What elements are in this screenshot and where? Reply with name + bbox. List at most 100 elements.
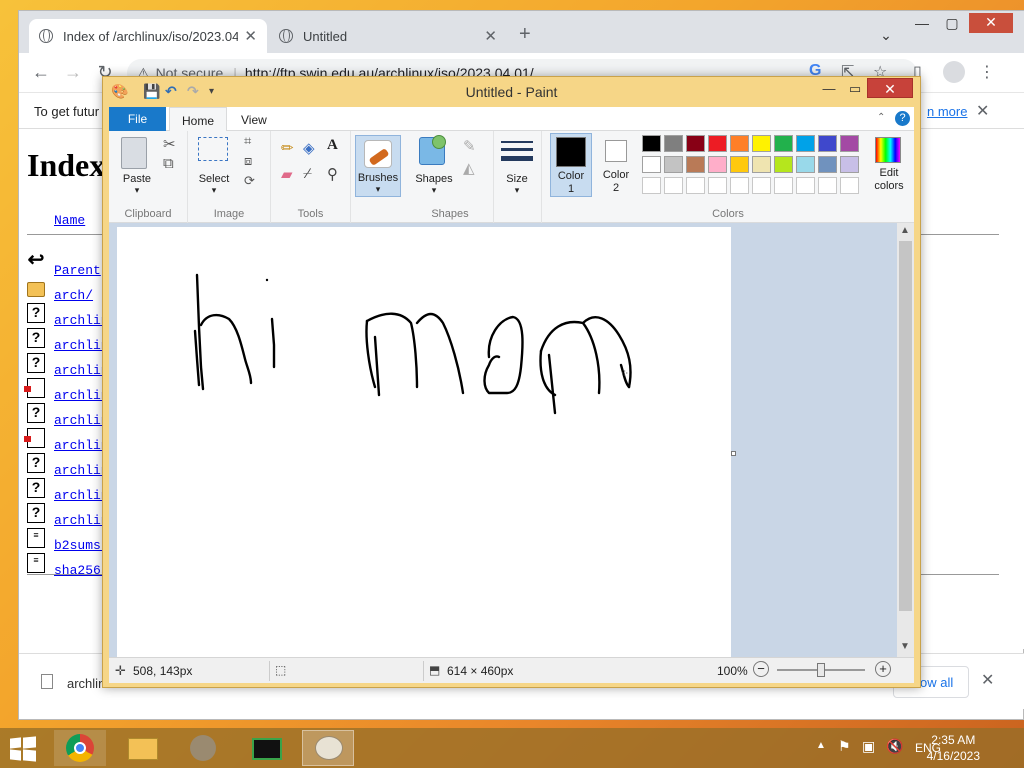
action-center-icon[interactable]: ⚑ xyxy=(838,738,851,755)
drawing-canvas[interactable]: ⁘ xyxy=(117,227,731,657)
file-explorer-icon[interactable] xyxy=(116,730,168,766)
file-link[interactable]: archlin xyxy=(54,513,109,528)
terminal-taskbar-icon[interactable] xyxy=(240,730,292,766)
infobar-close-icon[interactable]: ✕ xyxy=(976,101,989,121)
color-swatch[interactable] xyxy=(664,156,683,173)
zoom-slider-thumb[interactable] xyxy=(817,663,825,677)
color-swatch[interactable] xyxy=(642,156,661,173)
color-swatch[interactable] xyxy=(730,135,749,152)
file-link[interactable]: archlin xyxy=(54,438,109,453)
help-icon[interactable]: ? xyxy=(895,111,910,126)
custom-color-slot[interactable] xyxy=(818,177,837,194)
resize-icon[interactable]: ⧈ xyxy=(244,153,252,169)
shapes-label[interactable]: Shapes xyxy=(409,173,459,185)
chevron-down-icon[interactable]: ▾ xyxy=(409,185,459,196)
tab-index-of[interactable]: Index of /archlinux/iso/2023.04.0 ✕ xyxy=(29,19,267,53)
app-taskbar-icon[interactable] xyxy=(178,730,230,766)
custom-color-slot[interactable] xyxy=(840,177,859,194)
size-button[interactable]: Size ▾ xyxy=(497,135,537,197)
color-swatch[interactable] xyxy=(752,135,771,152)
custom-color-slot[interactable] xyxy=(752,177,771,194)
color-swatch[interactable] xyxy=(664,135,683,152)
show-hidden-icons-icon[interactable]: ▲ xyxy=(816,740,826,751)
outline-icon[interactable]: ✎ xyxy=(463,137,476,155)
file-link[interactable]: arch/ xyxy=(54,288,93,303)
color2-button[interactable]: Color 2 xyxy=(596,133,638,197)
scroll-down-icon[interactable]: ▼ xyxy=(900,641,910,652)
eraser-icon[interactable]: ▰ xyxy=(281,165,293,183)
custom-color-slot[interactable] xyxy=(796,177,815,194)
chrome-taskbar-icon[interactable] xyxy=(54,730,106,766)
text-tool-icon[interactable]: A xyxy=(327,137,338,154)
close-window-icon[interactable]: ✕ xyxy=(867,78,913,98)
minimize-icon[interactable]: — xyxy=(815,80,843,100)
crop-icon[interactable]: ⌗ xyxy=(244,133,251,149)
file-link[interactable]: archlin xyxy=(54,463,109,478)
paste-icon[interactable] xyxy=(121,137,147,169)
network-icon[interactable]: ▣ xyxy=(862,738,875,755)
back-icon[interactable]: ← xyxy=(29,62,53,83)
custom-color-slot[interactable] xyxy=(642,177,661,194)
maximize-icon[interactable]: ▭ xyxy=(841,80,869,100)
file-link[interactable]: archlin xyxy=(54,313,109,328)
tab-home[interactable]: Home xyxy=(169,107,228,131)
file-link[interactable]: archlin xyxy=(54,413,109,428)
custom-color-slot[interactable] xyxy=(730,177,749,194)
tab-view[interactable]: View xyxy=(229,107,279,131)
chevron-down-icon[interactable]: ▾ xyxy=(113,185,161,196)
start-button[interactable] xyxy=(10,736,36,762)
volume-muted-icon[interactable]: 🔇 xyxy=(886,738,903,755)
color-swatch[interactable] xyxy=(730,156,749,173)
file-link[interactable]: b2sums. xyxy=(54,538,109,553)
color-swatch[interactable] xyxy=(752,156,771,173)
download-filename[interactable]: archlin xyxy=(67,676,105,691)
chevron-down-icon[interactable]: ▾ xyxy=(190,185,238,196)
custom-color-slot[interactable] xyxy=(664,177,683,194)
color1-button[interactable]: Color 1 xyxy=(550,133,592,197)
color-swatch[interactable] xyxy=(708,135,727,152)
zoom-in-icon[interactable]: + xyxy=(875,661,891,677)
file-link[interactable]: archlin xyxy=(54,388,109,403)
pencil-icon[interactable]: ✏ xyxy=(281,139,294,157)
close-download-bar-icon[interactable]: ✕ xyxy=(981,670,994,690)
custom-color-slot[interactable] xyxy=(686,177,705,194)
vertical-scrollbar[interactable]: ▲ ▼ xyxy=(897,223,914,657)
rotate-icon[interactable]: ⟳ xyxy=(244,173,255,189)
color-picker-icon[interactable]: ⌿ xyxy=(303,165,312,182)
color-swatch[interactable] xyxy=(686,156,705,173)
color-swatch[interactable] xyxy=(840,135,859,152)
select-label[interactable]: Select xyxy=(190,173,238,185)
color-swatch[interactable] xyxy=(642,135,661,152)
color-swatch[interactable] xyxy=(774,135,793,152)
tab-untitled[interactable]: Untitled ✕ xyxy=(269,19,507,53)
brushes-button[interactable]: Brushes ▾ xyxy=(355,135,401,197)
file-menu-tab[interactable]: File xyxy=(109,107,166,131)
file-link[interactable]: archlin xyxy=(54,363,109,378)
fill-icon[interactable]: ◈ xyxy=(303,139,315,157)
clock[interactable]: 2:35 AM 4/16/2023 xyxy=(927,732,980,764)
file-link[interactable]: sha256s xyxy=(54,563,109,578)
select-icon[interactable] xyxy=(198,137,228,161)
paint-taskbar-icon[interactable] xyxy=(302,730,354,766)
resize-handle[interactable] xyxy=(731,451,736,456)
color-swatch[interactable] xyxy=(796,156,815,173)
profile-avatar-icon[interactable] xyxy=(943,61,965,83)
forward-icon[interactable]: → xyxy=(61,62,85,83)
color-swatch[interactable] xyxy=(708,156,727,173)
zoom-out-icon[interactable]: − xyxy=(753,661,769,677)
new-tab-button[interactable]: + xyxy=(519,23,531,46)
close-tab-icon[interactable]: ✕ xyxy=(244,27,257,45)
sort-by-name-link[interactable]: Name xyxy=(54,213,85,228)
color-swatch[interactable] xyxy=(840,156,859,173)
close-window-icon[interactable]: ✕ xyxy=(969,13,1013,33)
file-link[interactable]: archlin xyxy=(54,338,109,353)
close-tab-icon[interactable]: ✕ xyxy=(484,27,497,45)
scroll-up-icon[interactable]: ▲ xyxy=(900,225,910,236)
parent-directory-link[interactable]: Parent xyxy=(54,263,101,278)
collapse-ribbon-icon[interactable]: ⌃ xyxy=(877,112,885,123)
edit-colors-button[interactable]: Edit colors xyxy=(866,133,912,197)
menu-kebab-icon[interactable]: ⋮ xyxy=(979,62,995,82)
scroll-thumb[interactable] xyxy=(899,241,912,611)
color-swatch[interactable] xyxy=(818,135,837,152)
tab-search-icon[interactable]: ⌄ xyxy=(871,27,901,44)
